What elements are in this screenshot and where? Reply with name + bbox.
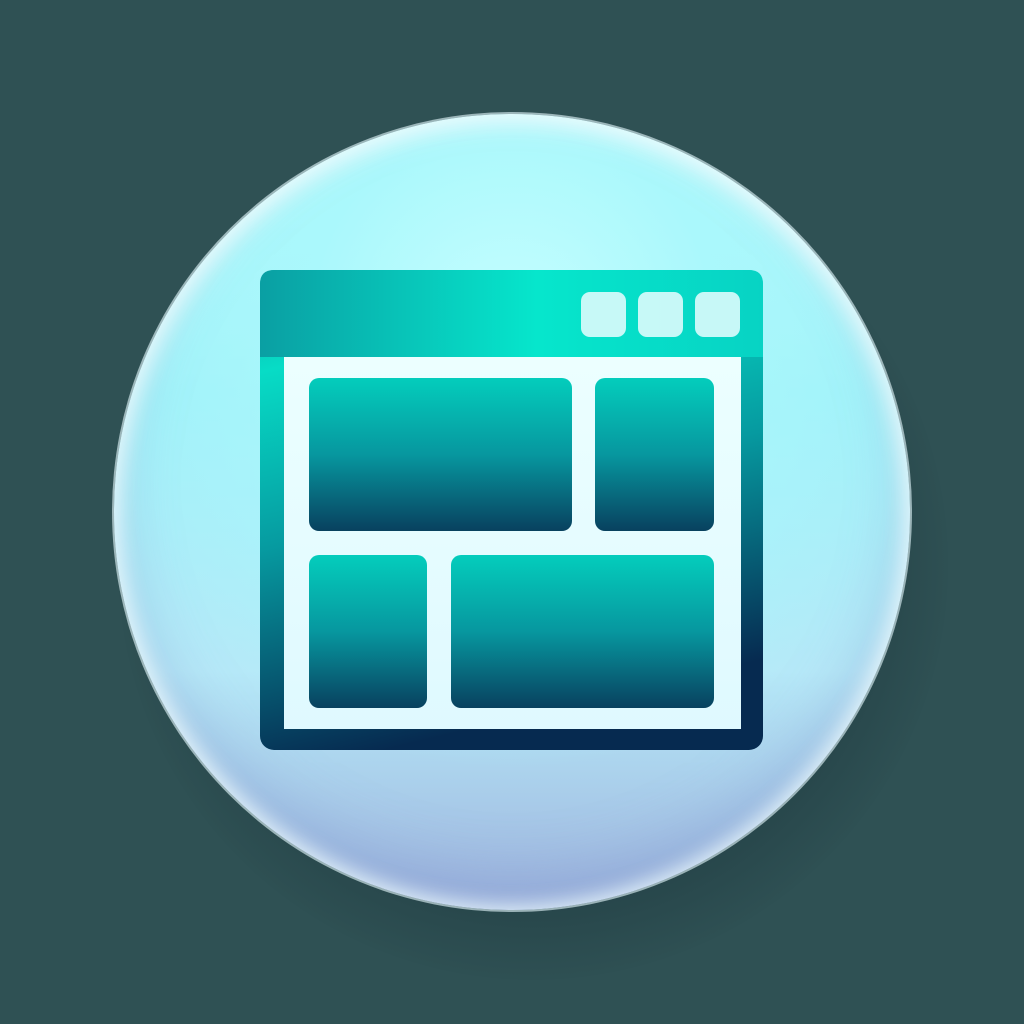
window-control-button[interactable] bbox=[638, 292, 683, 337]
layout-panel-top-right[interactable] bbox=[595, 378, 714, 531]
window-control-button[interactable] bbox=[581, 292, 626, 337]
layout-panel-top-left[interactable] bbox=[309, 378, 572, 531]
window-title-bar bbox=[260, 270, 763, 357]
window-layout-icon[interactable] bbox=[0, 0, 1024, 1024]
window-control-button[interactable] bbox=[695, 292, 740, 337]
layout-panel-bottom-left[interactable] bbox=[309, 555, 427, 708]
layout-panel-bottom-right[interactable] bbox=[451, 555, 714, 708]
app-icon-canvas bbox=[0, 0, 1024, 1024]
